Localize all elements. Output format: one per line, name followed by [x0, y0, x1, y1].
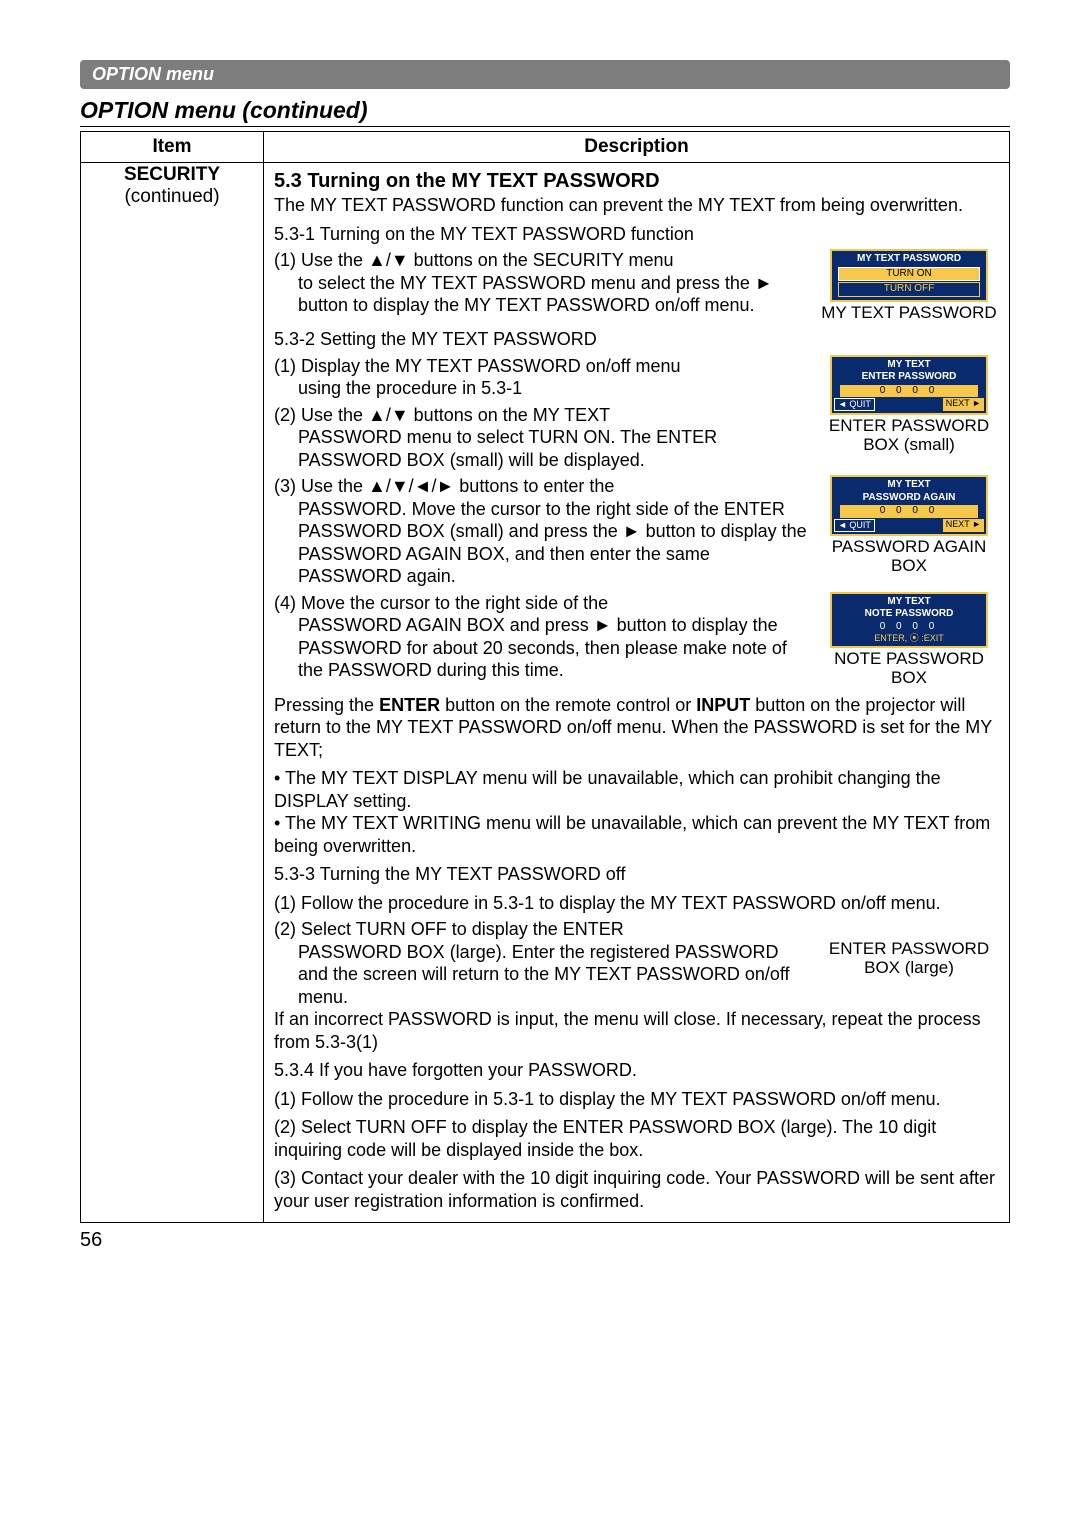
osd-fig-2: MY TEXT ENTER PASSWORD 0 0 0 0 ◄ QUIT NE…: [830, 355, 988, 416]
menu-banner: OPTION menu: [80, 60, 1010, 89]
s532-4a: (4) Move the cursor to the right side of…: [274, 593, 608, 613]
osd4-exit: ENTER, ⦿ :EXIT: [834, 633, 984, 644]
osd-fig-3: MY TEXT PASSWORD AGAIN 0 0 0 0 ◄ QUIT NE…: [830, 475, 988, 536]
osd4-sub: NOTE PASSWORD: [834, 608, 984, 621]
main-table: Item Description SECURITY (continued) 5.…: [80, 131, 1010, 1223]
osd3-sub: PASSWORD AGAIN: [834, 492, 984, 505]
page-number: 56: [80, 1229, 1010, 1252]
s531-1b: to select the MY TEXT PASSWORD menu and …: [274, 272, 811, 317]
osd2-next: NEXT ►: [943, 398, 984, 411]
osd2-quit: ◄ QUIT: [834, 398, 875, 411]
s532-3a: (3) Use the ▲/▼/◄/► buttons to enter the: [274, 476, 614, 496]
osd3-digits: 0 0 0 0: [840, 505, 978, 518]
header-desc: Description: [264, 132, 1010, 163]
s532-2a: (2) Use the ▲/▼ buttons on the MY TEXT: [274, 405, 610, 425]
desc-intro: The MY TEXT PASSWORD function can preven…: [274, 195, 963, 215]
item-cell: SECURITY (continued): [81, 163, 264, 1223]
fig1-caption: MY TEXT PASSWORD: [819, 304, 999, 323]
s533-2b: PASSWORD BOX (large). Enter the register…: [274, 941, 811, 1009]
s532-1b: using the procedure in 5.3-1: [274, 377, 811, 400]
s533-heading: 5.3-3 Turning the MY TEXT PASSWORD off: [274, 863, 999, 886]
s534-1: (1) Follow the procedure in 5.3-1 to dis…: [274, 1088, 999, 1111]
osd4-title: MY TEXT: [834, 596, 984, 609]
para-enter: Pressing the ENTER button on the remote …: [274, 694, 999, 762]
s532-3b: PASSWORD. Move the cursor to the right s…: [274, 498, 811, 588]
osd2-title: MY TEXT: [834, 359, 984, 372]
item-name: SECURITY: [124, 164, 220, 185]
fig2-caption: ENTER PASSWORD BOX (small): [819, 417, 999, 454]
s532-4b: PASSWORD AGAIN BOX and press ► button to…: [274, 614, 811, 682]
fig3-caption: PASSWORD AGAIN BOX: [819, 538, 999, 575]
osd-turn-off: TURN OFF: [838, 282, 980, 297]
desc-cell: 5.3 Turning on the MY TEXT PASSWORD The …: [264, 163, 1010, 1223]
fig5-caption: ENTER PASSWORD BOX (large): [819, 940, 999, 977]
osd3-quit: ◄ QUIT: [834, 519, 875, 532]
osd-fig-1: MY TEXT PASSWORD TURN ON TURN OFF: [830, 249, 988, 302]
s532-1a: (1) Display the MY TEXT PASSWORD on/off …: [274, 356, 681, 376]
s533-1: (1) Follow the procedure in 5.3-1 to dis…: [274, 893, 941, 913]
osd-fig-4: MY TEXT NOTE PASSWORD 0 0 0 0 ENTER, ⦿ :…: [830, 592, 988, 649]
desc-title: 5.3 Turning on the MY TEXT PASSWORD: [274, 170, 660, 192]
osd3-title: MY TEXT: [834, 479, 984, 492]
bullet-1: • The MY TEXT DISPLAY menu will be unava…: [274, 767, 999, 812]
section-title: OPTION menu (continued): [80, 97, 1010, 127]
fig4-caption: NOTE PASSWORD BOX: [819, 650, 999, 687]
s533-2a: (2) Select TURN OFF to display the ENTER: [274, 919, 624, 939]
osd-title: MY TEXT PASSWORD: [834, 253, 984, 266]
item-cont: (continued): [124, 186, 219, 207]
s534-2: (2) Select TURN OFF to display the ENTER…: [274, 1116, 999, 1161]
s534-3: (3) Contact your dealer with the 10 digi…: [274, 1167, 999, 1212]
osd2-sub: ENTER PASSWORD: [834, 371, 984, 384]
osd-turn-on: TURN ON: [838, 267, 980, 282]
header-item: Item: [81, 132, 264, 163]
bullet-2: • The MY TEXT WRITING menu will be unava…: [274, 812, 999, 857]
s531-1a: (1) Use the ▲/▼ buttons on the SECURITY …: [274, 250, 673, 270]
osd4-digits: 0 0 0 0: [834, 621, 984, 634]
osd2-digits: 0 0 0 0: [840, 385, 978, 398]
s534-heading: 5.3.4 If you have forgotten your PASSWOR…: [274, 1059, 999, 1082]
s533-2c: If an incorrect PASSWORD is input, the m…: [274, 1008, 999, 1053]
s531-heading: 5.3-1 Turning on the MY TEXT PASSWORD fu…: [274, 223, 999, 246]
s532-heading: 5.3-2 Setting the MY TEXT PASSWORD: [274, 328, 999, 351]
s532-2b: PASSWORD menu to select TURN ON. The ENT…: [274, 426, 811, 471]
osd3-next: NEXT ►: [943, 519, 984, 532]
